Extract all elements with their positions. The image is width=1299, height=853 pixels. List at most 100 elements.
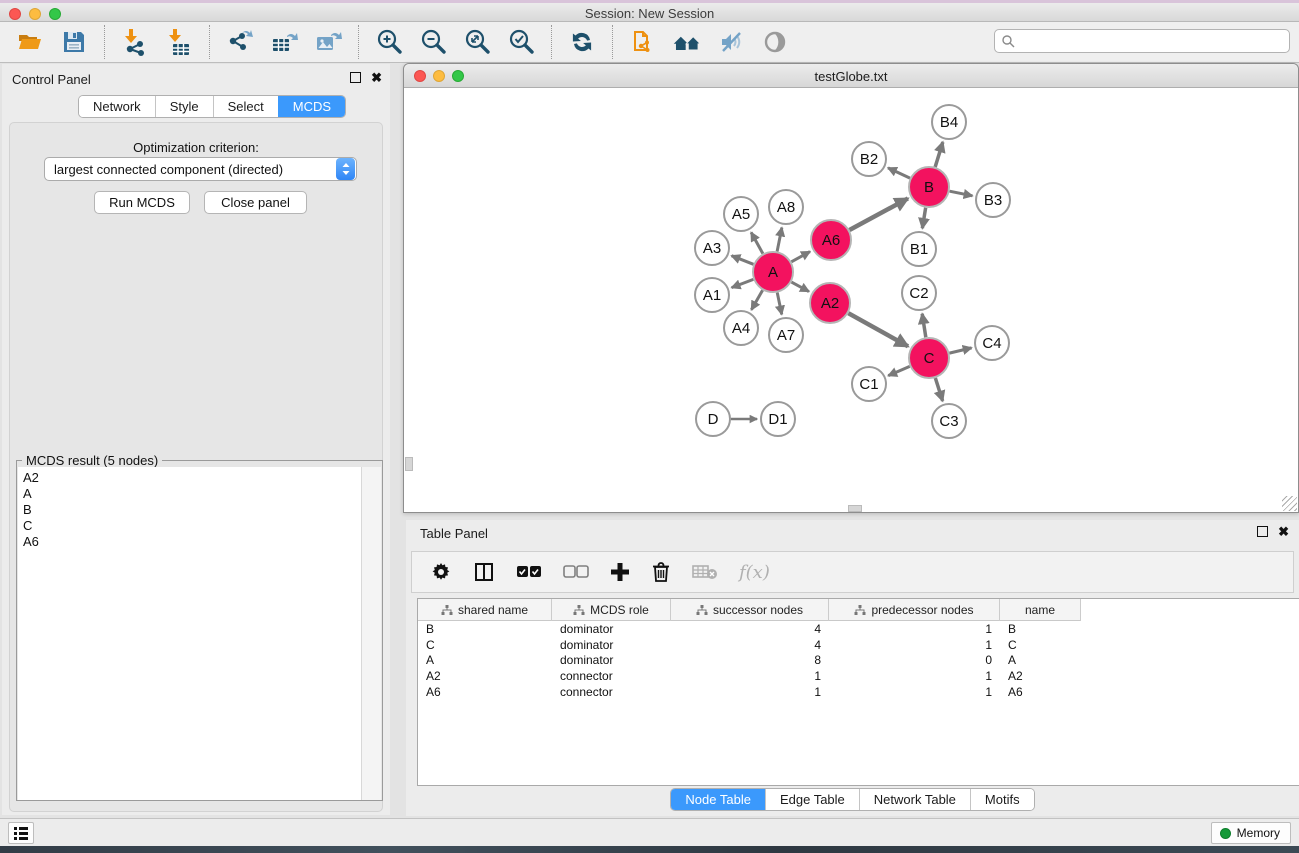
memory-button[interactable]: Memory [1211, 822, 1291, 844]
mcds-result-scrollbar[interactable] [361, 467, 381, 800]
hide-icon[interactable] [716, 27, 746, 57]
edge-B-B3[interactable] [950, 191, 973, 196]
edge-A-A6[interactable] [791, 252, 810, 262]
node-C2[interactable]: C2 [902, 276, 936, 310]
edge-A-A5[interactable] [751, 232, 763, 253]
home-icon[interactable] [672, 27, 702, 57]
edge-A6-B[interactable] [849, 198, 907, 230]
node-B2[interactable]: B2 [852, 142, 886, 176]
table-row[interactable]: A6connector11A6 [418, 684, 1299, 700]
search-input[interactable] [1015, 34, 1289, 48]
gear-icon[interactable] [430, 561, 452, 583]
export-image-icon[interactable] [313, 27, 343, 57]
node-A8[interactable]: A8 [769, 190, 803, 224]
node-D[interactable]: D [696, 402, 730, 436]
node-A[interactable]: A [753, 252, 793, 292]
column-header-predecessor-nodes[interactable]: predecessor nodes [829, 599, 1000, 621]
node-C[interactable]: C [909, 338, 949, 378]
save-session-icon[interactable] [59, 27, 89, 57]
tab-node-table[interactable]: Node Table [671, 789, 765, 810]
node-B[interactable]: B [909, 167, 949, 207]
node-A4[interactable]: A4 [724, 311, 758, 345]
close-panel-icon[interactable]: ✖ [371, 72, 382, 83]
export-table-icon[interactable] [269, 27, 299, 57]
float-table-panel-icon[interactable] [1257, 526, 1268, 537]
node-C1[interactable]: C1 [852, 367, 886, 401]
table-row[interactable]: Adominator80A [418, 652, 1299, 668]
node-A5[interactable]: A5 [724, 197, 758, 231]
node-A3[interactable]: A3 [695, 231, 729, 265]
zoom-fit-icon[interactable] [462, 27, 492, 57]
network-canvas[interactable]: A B C A6 A2 A1 A3 A4 A5 A7 A8 B1 B2 B3 B4 C1 C2 C3 C4 D D1 [405, 89, 1297, 512]
node-A6[interactable]: A6 [811, 220, 851, 260]
zoom-out-icon[interactable] [418, 27, 448, 57]
tab-style[interactable]: Style [155, 96, 213, 117]
column-header-MCDS-role[interactable]: MCDS role [552, 599, 671, 621]
column-header-name[interactable]: name [1000, 599, 1081, 621]
refresh-icon[interactable] [567, 27, 597, 57]
column-header-successor-nodes[interactable]: successor nodes [671, 599, 829, 621]
node-B3[interactable]: B3 [976, 183, 1010, 217]
node-A1[interactable]: A1 [695, 278, 729, 312]
tab-select[interactable]: Select [213, 96, 278, 117]
edge-A-A2[interactable] [791, 282, 808, 292]
table-row[interactable]: A2connector11A2 [418, 668, 1299, 684]
tab-network-table[interactable]: Network Table [859, 789, 970, 810]
eye-icon[interactable] [760, 27, 790, 57]
table-row[interactable]: Cdominator41C [418, 637, 1299, 653]
node-B1[interactable]: B1 [902, 232, 936, 266]
zoom-in-icon[interactable] [374, 27, 404, 57]
mcds-result-item[interactable]: A2 [23, 470, 363, 486]
close-panel-button[interactable]: Close panel [204, 191, 307, 214]
edge-A-A4[interactable] [751, 290, 762, 310]
edge-B-B4[interactable] [935, 142, 943, 167]
open-file-icon[interactable] [15, 27, 45, 57]
import-network-icon[interactable] [120, 27, 150, 57]
node-B4[interactable]: B4 [932, 105, 966, 139]
tab-motifs[interactable]: Motifs [970, 789, 1034, 810]
edge-C-C2[interactable] [922, 314, 926, 337]
run-mcds-button[interactable]: Run MCDS [94, 191, 190, 214]
edge-B-B1[interactable] [922, 208, 925, 229]
criterion-dropdown[interactable]: largest connected component (directed) [44, 157, 357, 181]
edge-A2-C[interactable] [848, 313, 908, 346]
edge-A-A3[interactable] [732, 256, 754, 265]
add-icon[interactable] [610, 562, 630, 582]
node-D1[interactable]: D1 [761, 402, 795, 436]
close-table-panel-icon[interactable]: ✖ [1278, 526, 1289, 537]
network-vscroll-nub[interactable] [405, 457, 413, 471]
task-history-button[interactable] [8, 822, 34, 844]
search-box[interactable] [994, 29, 1290, 53]
clone-network-icon[interactable] [628, 27, 658, 57]
import-table-icon[interactable] [164, 27, 194, 57]
mcds-result-item[interactable]: A6 [23, 534, 363, 550]
columns-icon[interactable] [473, 561, 495, 583]
tab-mcds[interactable]: MCDS [278, 96, 345, 117]
edge-C-C4[interactable] [949, 348, 971, 353]
edge-C-C1[interactable] [888, 366, 909, 375]
tab-network[interactable]: Network [79, 96, 155, 117]
delete-icon[interactable] [651, 561, 671, 583]
mcds-result-item[interactable]: C [23, 518, 363, 534]
float-panel-icon[interactable] [350, 72, 361, 83]
resize-grip-icon[interactable] [1282, 496, 1297, 511]
column-header-shared-name[interactable]: shared name [418, 599, 552, 621]
edge-A-A8[interactable] [777, 228, 782, 252]
edge-B-B2[interactable] [888, 168, 910, 178]
edge-C-C3[interactable] [935, 378, 942, 401]
edge-A-A1[interactable] [732, 279, 754, 287]
network-hscroll-nub[interactable] [848, 505, 862, 512]
deselect-all-icon[interactable] [563, 565, 589, 579]
edge-A-A7[interactable] [777, 293, 782, 315]
node-C4[interactable]: C4 [975, 326, 1009, 360]
select-all-icon[interactable] [516, 565, 542, 579]
delete-table-icon[interactable] [692, 563, 718, 581]
function-builder-icon[interactable]: f(x) [739, 562, 770, 583]
table-row[interactable]: Bdominator41B [418, 621, 1299, 637]
tab-edge-table[interactable]: Edge Table [765, 789, 859, 810]
node-A2[interactable]: A2 [810, 283, 850, 323]
node-table[interactable]: shared nameMCDS rolesuccessor nodesprede… [417, 598, 1299, 786]
node-C3[interactable]: C3 [932, 404, 966, 438]
node-A7[interactable]: A7 [769, 318, 803, 352]
mcds-result-item[interactable]: B [23, 502, 363, 518]
